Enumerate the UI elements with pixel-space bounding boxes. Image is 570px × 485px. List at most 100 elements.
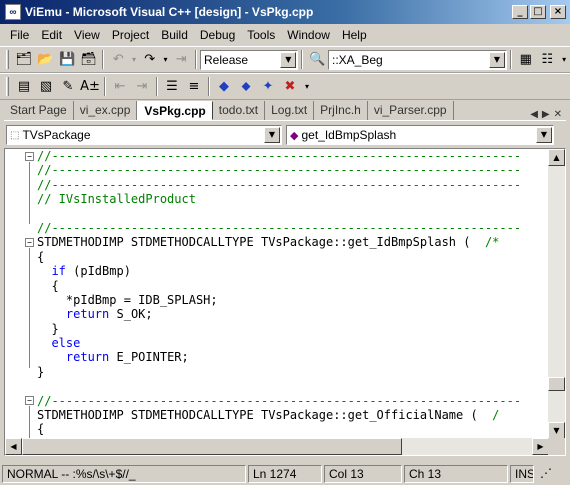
code-line[interactable]: return E_POINTER; — [37, 350, 547, 364]
toolbar-options-icon[interactable]: ▾ — [558, 49, 570, 71]
code-line[interactable]: { — [37, 279, 547, 293]
code-line[interactable]: { — [37, 422, 547, 436]
toolbar-grip[interactable] — [6, 50, 9, 69]
comment-out-icon[interactable]: ☰ — [161, 76, 183, 98]
toolbar-separator — [102, 50, 105, 69]
code-line[interactable]: //--------------------------------------… — [37, 221, 547, 235]
chevron-down-icon[interactable]: ▼ — [280, 51, 297, 68]
redo-dropdown-icon[interactable]: ▾ — [161, 49, 171, 71]
toolbar-separator — [156, 77, 158, 96]
decrease-indent-icon[interactable]: ⇤ — [109, 76, 131, 98]
toolbar-options-icon[interactable]: ▾ — [301, 76, 313, 98]
code-text[interactable]: //--------------------------------------… — [37, 149, 547, 439]
code-line[interactable]: *pIdBmp = IDB_SPLASH; — [37, 293, 547, 307]
horizontal-scrollbar[interactable]: ◀ ▶ — [5, 438, 549, 455]
redo-icon[interactable]: ↷ — [139, 49, 161, 71]
menu-view[interactable]: View — [68, 28, 106, 42]
chevron-down-icon[interactable]: ▼ — [264, 127, 280, 143]
code-line[interactable]: //--------------------------------------… — [37, 178, 547, 192]
code-line[interactable]: STDMETHODIMP STDMETHODCALLTYPE TVsPackag… — [37, 408, 547, 422]
undo-dropdown-icon[interactable]: ▾ — [129, 49, 139, 71]
column-number: Col 13 — [324, 464, 402, 483]
menu-tools[interactable]: Tools — [241, 28, 281, 42]
solution-config-value: Release — [204, 52, 249, 67]
horizontal-scroll-thumb[interactable] — [22, 438, 402, 455]
collapse-icon[interactable]: − — [25, 238, 34, 247]
navigation-bar: ⬚ TVsPackage ▼ ◆ get_IdBmpSplash ▼ — [4, 122, 566, 148]
close-document-icon[interactable]: ✕ — [554, 109, 562, 120]
line-number: Ln 1274 — [248, 464, 322, 483]
scroll-left-icon[interactable]: ◀ — [5, 438, 22, 455]
next-bookmark-icon[interactable]: ⬥ — [235, 76, 257, 98]
tab-log-txt[interactable]: Log.txt — [265, 101, 315, 120]
code-line[interactable]: else — [37, 336, 547, 350]
menu-debug[interactable]: Debug — [194, 28, 241, 42]
tab-todo-txt[interactable]: todo.txt — [213, 101, 266, 120]
properties-icon[interactable]: ☷ — [537, 49, 559, 71]
tab-scroll-right-icon[interactable]: ▶ — [542, 109, 550, 120]
menu-file[interactable]: File — [4, 28, 35, 42]
code-line[interactable]: } — [37, 365, 547, 379]
minimize-button[interactable]: _ — [512, 5, 528, 19]
maximize-button[interactable]: □ — [530, 5, 546, 19]
tab-scroll-left-icon[interactable]: ◀ — [530, 109, 538, 120]
tab-vspkg-cpp[interactable]: VsPkg.cpp — [137, 101, 213, 120]
complete-word-icon[interactable]: A± — [79, 76, 101, 98]
code-line[interactable] — [37, 379, 547, 393]
solution-config-select[interactable]: Release ▼ — [200, 49, 299, 70]
class-select[interactable]: ⬚ TVsPackage ▼ — [6, 125, 282, 145]
scroll-down-icon[interactable]: ▼ — [548, 422, 565, 439]
code-line[interactable]: // IVsInstalledProduct — [37, 192, 547, 206]
save-icon[interactable]: 💾 — [56, 49, 78, 71]
tab-vi-ex-cpp[interactable]: vi_ex.cpp — [74, 101, 138, 120]
menu-window[interactable]: Window — [281, 28, 336, 42]
find-combo[interactable]: ::XA_Beg ▼ — [327, 49, 507, 70]
vertical-scrollbar[interactable]: ▲ ▼ — [548, 149, 565, 439]
menu-edit[interactable]: Edit — [35, 28, 68, 42]
close-button[interactable]: × — [550, 5, 566, 19]
code-line[interactable]: { — [37, 250, 547, 264]
code-line[interactable]: //--------------------------------------… — [37, 394, 547, 408]
new-project-icon[interactable]: 🗂 — [13, 49, 35, 71]
code-line[interactable]: if (pIdBmp) — [37, 264, 547, 278]
code-line[interactable]: STDMETHODIMP STDMETHODCALLTYPE TVsPackag… — [37, 235, 547, 249]
toggle-bookmark-icon[interactable]: ◆ — [213, 76, 235, 98]
outline-line — [29, 406, 30, 439]
tab-prjinc-h[interactable]: PrjInc.h — [314, 101, 368, 120]
menu-help[interactable]: Help — [336, 28, 373, 42]
solution-explorer-icon[interactable]: ▦ — [515, 49, 537, 71]
tab-vi-parser-cpp[interactable]: vi_Parser.cpp — [368, 101, 454, 120]
code-line[interactable]: //--------------------------------------… — [37, 149, 547, 163]
code-line[interactable]: } — [37, 322, 547, 336]
collapse-icon[interactable]: − — [25, 396, 34, 405]
scroll-right-icon[interactable]: ▶ — [532, 438, 549, 455]
chevron-down-icon[interactable]: ▼ — [488, 51, 505, 68]
code-editor[interactable]: − − − //--------------------------------… — [4, 148, 566, 456]
chevron-down-icon[interactable]: ▼ — [536, 127, 552, 143]
object-members-icon[interactable]: ▤ — [13, 76, 35, 98]
increase-indent-icon[interactable]: ⇥ — [131, 76, 153, 98]
toolbar-grip[interactable] — [6, 77, 9, 96]
member-select[interactable]: ◆ get_IdBmpSplash ▼ — [286, 125, 554, 145]
vertical-scroll-thumb[interactable] — [548, 377, 565, 391]
uncomment-icon[interactable]: ≡ — [183, 76, 205, 98]
code-line[interactable]: //--------------------------------------… — [37, 163, 547, 177]
navigate-icon[interactable]: ⇥ — [170, 49, 192, 71]
open-file-icon[interactable]: 📂 — [35, 49, 57, 71]
code-line[interactable] — [37, 207, 547, 221]
resize-grip-icon[interactable]: ⋰ — [536, 465, 564, 483]
collapse-icon[interactable]: − — [25, 152, 34, 161]
code-line[interactable]: return S_OK; — [37, 307, 547, 321]
previous-bookmark-icon[interactable]: ✦ — [257, 76, 279, 98]
tab-start-page[interactable]: Start Page — [4, 101, 74, 120]
find-in-files-icon[interactable]: 🔍 — [306, 49, 328, 71]
save-all-icon[interactable]: 🗃 — [78, 49, 100, 71]
quick-info-icon[interactable]: ✎ — [57, 76, 79, 98]
menu-build[interactable]: Build — [155, 28, 194, 42]
clear-bookmarks-icon[interactable]: ✖ — [279, 76, 301, 98]
parameter-info-icon[interactable]: ▧ — [35, 76, 57, 98]
undo-icon[interactable]: ↶ — [107, 49, 129, 71]
toolbar-separator — [509, 50, 512, 69]
scroll-up-icon[interactable]: ▲ — [548, 149, 565, 166]
menu-project[interactable]: Project — [106, 28, 155, 42]
